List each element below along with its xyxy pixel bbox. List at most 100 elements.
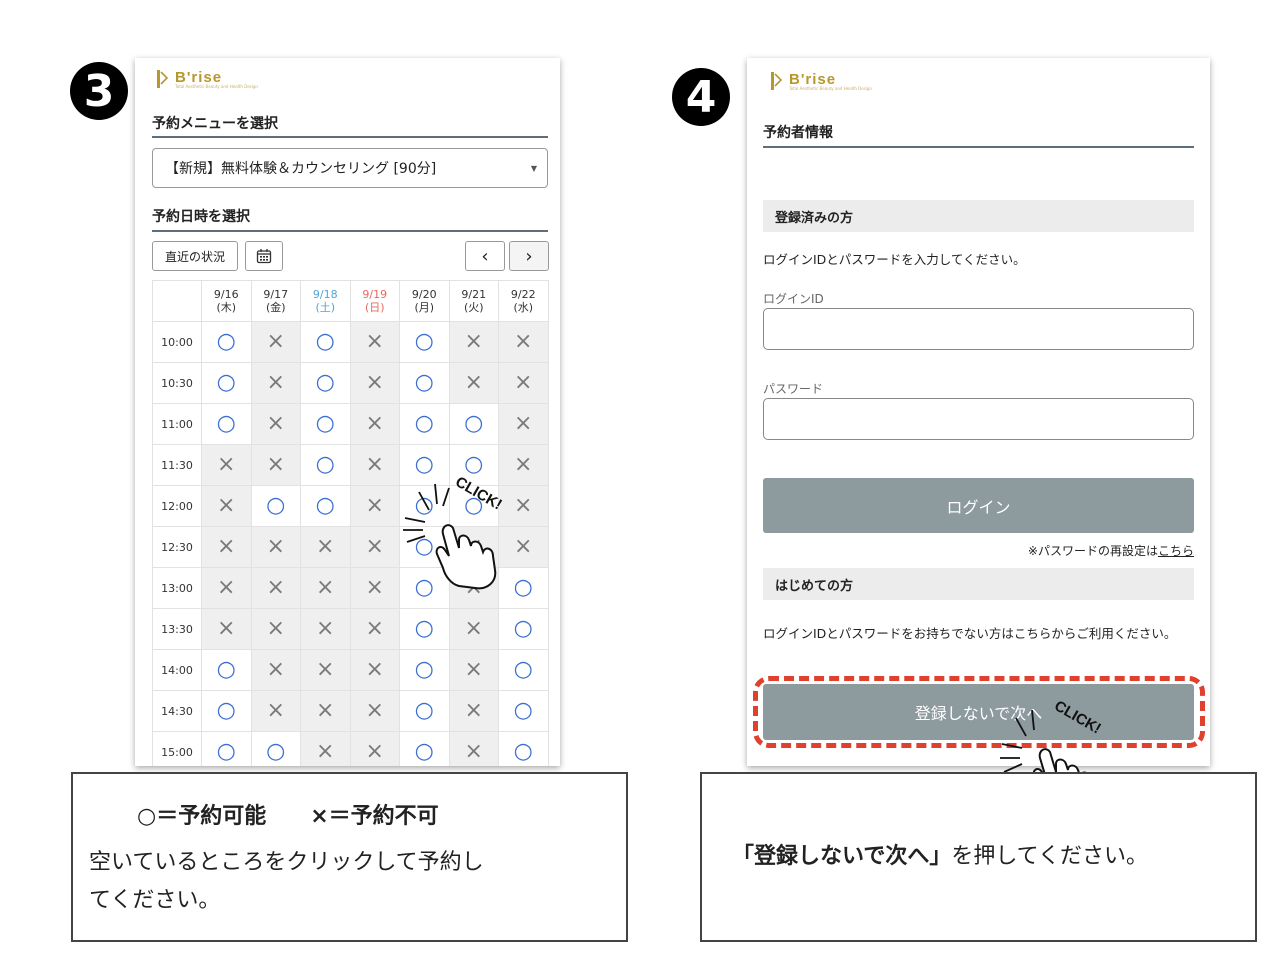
unavailable-slot: × — [349, 690, 400, 732]
datetime-section-rule — [152, 230, 548, 232]
caption-line-2: てください。 — [89, 888, 221, 913]
reserver-section-title: 予約者情報 — [763, 125, 833, 141]
available-slot[interactable]: ○ — [201, 403, 252, 445]
click-label-step3: CLICK! — [452, 473, 505, 513]
menu-select[interactable]: 【新規】無料体験＆カウンセリング [90分] ▼ — [152, 148, 548, 188]
available-slot[interactable]: ○ — [201, 690, 252, 732]
time-label: 13:30 — [152, 608, 202, 650]
login-button[interactable]: ログイン — [763, 478, 1194, 533]
new-user-instructions: ログインIDとパスワードをお持ちでない方はこちらからご利用ください。 — [763, 626, 1177, 641]
step3-caption-box: ○＝予約可能 ×＝予約不可 空いているところをクリックして予約し てください。 — [71, 772, 628, 942]
day-weekday: (火) — [463, 301, 484, 314]
available-slot[interactable]: ○ — [250, 731, 301, 766]
step-4-badge: 4 — [672, 68, 730, 126]
password-reset-link[interactable]: こちら — [1158, 544, 1194, 558]
available-slot[interactable]: ○ — [498, 690, 549, 732]
day-header-1: 9/17 (金) — [250, 280, 301, 322]
chevron-left-icon: ‹ — [481, 245, 489, 267]
prev-week-button[interactable]: ‹ — [465, 241, 505, 271]
day-header-4: 9/20 (月) — [399, 280, 450, 322]
step-3-number: 3 — [83, 65, 115, 117]
reserver-info-panel: B'rise Total Aesthetic Beauty and Health… — [747, 58, 1210, 766]
available-slot[interactable]: ○ — [498, 649, 549, 691]
available-slot[interactable]: ○ — [399, 649, 450, 691]
unavailable-slot: × — [201, 608, 252, 650]
brand-logo-2: B'rise Total Aesthetic Beauty and Health… — [769, 72, 872, 91]
time-label: 14:30 — [152, 690, 202, 732]
time-slot-row: 10:30 ○ × ○ × ○ × × — [152, 362, 549, 404]
available-slot[interactable]: ○ — [250, 485, 301, 527]
available-slot[interactable]: ○ — [300, 485, 351, 527]
registered-header: 登録済みの方 — [763, 200, 1194, 232]
available-slot[interactable]: ○ — [201, 321, 252, 363]
day-date: 9/21 — [461, 288, 487, 301]
available-slot[interactable]: ○ — [448, 403, 499, 445]
logo-mark-icon — [771, 72, 783, 90]
logo-tagline-2: Total Aesthetic Beauty and Health Design — [789, 86, 872, 91]
available-slot[interactable]: ○ — [201, 731, 252, 766]
time-label: 14:00 — [152, 649, 202, 691]
available-slot[interactable]: ○ — [300, 362, 351, 404]
available-slot[interactable]: ○ — [300, 403, 351, 445]
day-header-0: 9/16 (木) — [201, 280, 252, 322]
click-hand-icon: CLICK! — [403, 473, 505, 590]
available-slot[interactable]: ○ — [399, 608, 450, 650]
available-slot[interactable]: ○ — [399, 403, 450, 445]
available-slot[interactable]: ○ — [399, 731, 450, 766]
available-slot[interactable]: ○ — [300, 444, 351, 486]
available-slot[interactable]: ○ — [300, 321, 351, 363]
time-slot-row: 15:00 ○ ○ × × ○ × ○ — [152, 731, 549, 766]
unavailable-slot: × — [349, 731, 400, 766]
password-reset-note: ※パスワードの再設定はこちら — [1028, 542, 1194, 559]
available-slot[interactable]: ○ — [399, 690, 450, 732]
day-header-3: 9/19 (日) — [349, 280, 400, 322]
recent-status-button[interactable]: 直近の状況 — [152, 241, 238, 271]
day-date: 9/19 — [362, 288, 388, 301]
password-label: パスワード — [763, 382, 824, 396]
day-weekday: (月) — [414, 301, 435, 314]
login-id-input[interactable] — [763, 308, 1194, 350]
time-slot-row: 13:30 × × × × ○ × ○ — [152, 608, 549, 650]
unavailable-slot: × — [250, 608, 301, 650]
menu-section-rule — [152, 136, 548, 138]
unavailable-slot: × — [250, 526, 301, 568]
unavailable-slot: × — [349, 444, 400, 486]
day-weekday: (金) — [265, 301, 286, 314]
day-weekday: (水) — [513, 301, 534, 314]
login-id-label: ログインID — [763, 292, 824, 306]
calendar-icon — [256, 249, 272, 264]
calendar-button[interactable] — [245, 241, 283, 271]
available-slot[interactable]: ○ — [399, 321, 450, 363]
available-slot[interactable]: ○ — [498, 608, 549, 650]
unavailable-slot: × — [300, 608, 351, 650]
next-week-button[interactable]: › — [509, 241, 549, 271]
unavailable-slot: × — [201, 444, 252, 486]
day-header-row: 9/16 (木) 9/17 (金) 9/18 (土) 9/19 (日) 9/20 (月) 9/21(… — [152, 280, 549, 322]
reserver-section-rule — [763, 146, 1194, 148]
unavailable-slot: × — [349, 403, 400, 445]
day-date: 9/16 — [213, 288, 239, 301]
new-user-header: はじめての方 — [763, 568, 1194, 600]
unavailable-slot: × — [201, 526, 252, 568]
menu-select-value: 【新規】無料体験＆カウンセリング [90分] — [165, 161, 437, 177]
day-date: 9/22 — [510, 288, 536, 301]
time-label: 12:30 — [152, 526, 202, 568]
unavailable-slot: × — [349, 567, 400, 609]
day-date: 9/20 — [411, 288, 437, 301]
time-slot-row: 14:30 ○ × × × ○ × ○ — [152, 690, 549, 732]
available-slot[interactable]: ○ — [201, 362, 252, 404]
available-slot[interactable]: ○ — [498, 731, 549, 766]
day-weekday: (木) — [216, 301, 237, 314]
unavailable-slot: × — [349, 526, 400, 568]
password-input[interactable] — [763, 398, 1194, 440]
unavailable-slot: × — [448, 362, 499, 404]
unavailable-slot: × — [300, 649, 351, 691]
time-label: 12:00 — [152, 485, 202, 527]
day-weekday: (日) — [364, 301, 385, 314]
time-slot-row: 10:00 ○ × ○ × ○ × × — [152, 321, 549, 363]
unavailable-slot: × — [201, 485, 252, 527]
time-slot-row: 11:00 ○ × ○ × ○ ○ × — [152, 403, 549, 445]
unavailable-slot: × — [498, 321, 549, 363]
available-slot[interactable]: ○ — [201, 649, 252, 691]
available-slot[interactable]: ○ — [399, 362, 450, 404]
